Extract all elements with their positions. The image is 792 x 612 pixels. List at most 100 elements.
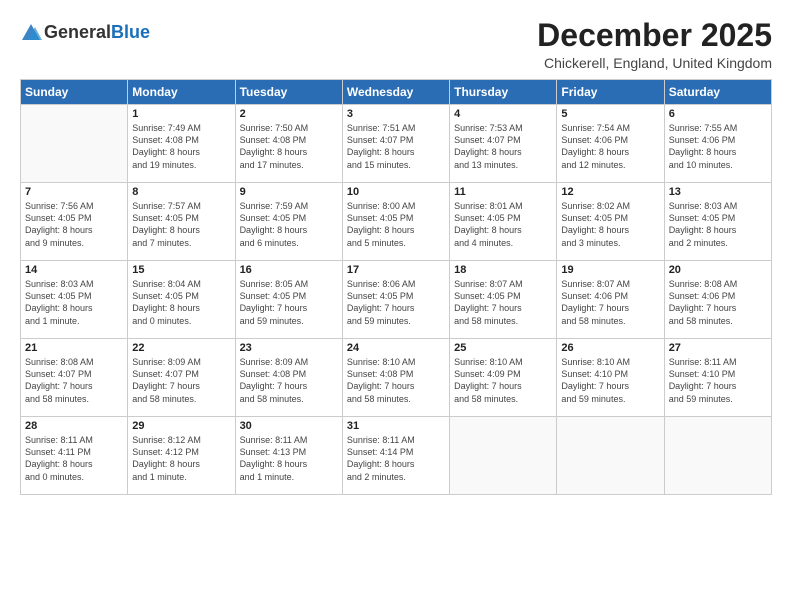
table-row: 8 Sunrise: 7:57 AMSunset: 4:05 PMDaylight…: [128, 183, 235, 261]
col-sunday: Sunday: [21, 80, 128, 105]
day-number: 19: [561, 264, 659, 276]
day-info: Sunrise: 7:51 AMSunset: 4:07 PMDaylight:…: [347, 122, 445, 171]
calendar-page: GeneralBlue December 2025 Chickerell, En…: [0, 0, 792, 612]
table-row: 27 Sunrise: 8:11 AMSunset: 4:10 PMDayligh…: [664, 339, 771, 417]
day-number: 8: [132, 186, 230, 198]
table-row: 11 Sunrise: 8:01 AMSunset: 4:05 PMDayligh…: [450, 183, 557, 261]
table-row: 22Sunrise: 8:09 AMSunset: 4:07 PMDayligh…: [128, 339, 235, 417]
table-row: 14 Sunrise: 8:03 AMSunset: 4:05 PMDayligh…: [21, 261, 128, 339]
table-row: 15 Sunrise: 8:04 AMSunset: 4:05 PMDayligh…: [128, 261, 235, 339]
calendar-week-row: 14 Sunrise: 8:03 AMSunset: 4:05 PMDayligh…: [21, 261, 772, 339]
logo-general-text: General: [44, 22, 111, 42]
table-row: 12 Sunrise: 8:02 AMSunset: 4:05 PMDayligh…: [557, 183, 664, 261]
col-wednesday: Wednesday: [342, 80, 449, 105]
day-number: 26: [561, 342, 659, 354]
day-info: Sunrise: 8:01 AMSunset: 4:05 PMDaylight:…: [454, 200, 552, 249]
table-row: 23 Sunrise: 8:09 AMSunset: 4:08 PMDayligh…: [235, 339, 342, 417]
table-row: [450, 417, 557, 495]
day-number: 25: [454, 342, 552, 354]
day-number: 29: [132, 420, 230, 432]
table-row: 18Sunrise: 8:07 AMSunset: 4:05 PMDayligh…: [450, 261, 557, 339]
table-row: 31 Sunrise: 8:11 AMSunset: 4:14 PMDayligh…: [342, 417, 449, 495]
table-row: 20Sunrise: 8:08 AMSunset: 4:06 PMDayligh…: [664, 261, 771, 339]
logo: GeneralBlue: [20, 22, 150, 44]
table-row: 26Sunrise: 8:10 AMSunset: 4:10 PMDayligh…: [557, 339, 664, 417]
calendar-header-row: Sunday Monday Tuesday Wednesday Thursday…: [21, 80, 772, 105]
day-info: Sunrise: 7:59 AMSunset: 4:05 PMDaylight:…: [240, 200, 338, 249]
day-info: Sunrise: 8:06 AMSunset: 4:05 PMDaylight:…: [347, 278, 445, 327]
day-info: Sunrise: 8:11 AMSunset: 4:11 PMDaylight:…: [25, 434, 123, 483]
day-info: Sunrise: 8:00 AMSunset: 4:05 PMDaylight:…: [347, 200, 445, 249]
day-number: 12: [561, 186, 659, 198]
day-info: Sunrise: 8:11 AMSunset: 4:13 PMDaylight:…: [240, 434, 338, 483]
table-row: 30 Sunrise: 8:11 AMSunset: 4:13 PMDayligh…: [235, 417, 342, 495]
day-info: Sunrise: 7:55 AMSunset: 4:06 PMDaylight:…: [669, 122, 767, 171]
day-number: 18: [454, 264, 552, 276]
day-number: 27: [669, 342, 767, 354]
logo-icon: [20, 22, 42, 44]
day-number: 24: [347, 342, 445, 354]
calendar-table: Sunday Monday Tuesday Wednesday Thursday…: [20, 79, 772, 495]
table-row: 9 Sunrise: 7:59 AMSunset: 4:05 PMDaylight…: [235, 183, 342, 261]
day-info: Sunrise: 8:03 AMSunset: 4:05 PMDaylight:…: [25, 278, 123, 327]
day-number: 14: [25, 264, 123, 276]
header: GeneralBlue December 2025 Chickerell, En…: [20, 18, 772, 71]
table-row: 10 Sunrise: 8:00 AMSunset: 4:05 PMDayligh…: [342, 183, 449, 261]
day-info: Sunrise: 8:08 AMSunset: 4:06 PMDaylight:…: [669, 278, 767, 327]
table-row: 1Sunrise: 7:49 AMSunset: 4:08 PMDaylight…: [128, 105, 235, 183]
day-info: Sunrise: 7:56 AMSunset: 4:05 PMDaylight:…: [25, 200, 123, 249]
day-info: Sunrise: 8:10 AMSunset: 4:09 PMDaylight:…: [454, 356, 552, 405]
logo-blue-text: Blue: [111, 22, 150, 42]
calendar-week-row: 7Sunrise: 7:56 AMSunset: 4:05 PMDaylight…: [21, 183, 772, 261]
table-row: 13Sunrise: 8:03 AMSunset: 4:05 PMDayligh…: [664, 183, 771, 261]
day-number: 23: [240, 342, 338, 354]
table-row: 7Sunrise: 7:56 AMSunset: 4:05 PMDaylight…: [21, 183, 128, 261]
day-number: 10: [347, 186, 445, 198]
day-info: Sunrise: 7:54 AMSunset: 4:06 PMDaylight:…: [561, 122, 659, 171]
day-number: 3: [347, 108, 445, 120]
day-info: Sunrise: 8:08 AMSunset: 4:07 PMDaylight:…: [25, 356, 123, 405]
day-info: Sunrise: 8:11 AMSunset: 4:10 PMDaylight:…: [669, 356, 767, 405]
day-number: 5: [561, 108, 659, 120]
col-friday: Friday: [557, 80, 664, 105]
table-row: 19 Sunrise: 8:07 AMSunset: 4:06 PMDayligh…: [557, 261, 664, 339]
day-number: 6: [669, 108, 767, 120]
table-row: 6 Sunrise: 7:55 AMSunset: 4:06 PMDaylight…: [664, 105, 771, 183]
day-number: 9: [240, 186, 338, 198]
col-saturday: Saturday: [664, 80, 771, 105]
table-row: 24Sunrise: 8:10 AMSunset: 4:08 PMDayligh…: [342, 339, 449, 417]
day-number: 21: [25, 342, 123, 354]
month-title: December 2025: [537, 18, 772, 53]
day-number: 30: [240, 420, 338, 432]
col-tuesday: Tuesday: [235, 80, 342, 105]
table-row: 2Sunrise: 7:50 AMSunset: 4:08 PMDaylight…: [235, 105, 342, 183]
day-info: Sunrise: 8:09 AMSunset: 4:08 PMDaylight:…: [240, 356, 338, 405]
table-row: [557, 417, 664, 495]
day-info: Sunrise: 8:03 AMSunset: 4:05 PMDaylight:…: [669, 200, 767, 249]
table-row: 16 Sunrise: 8:05 AMSunset: 4:05 PMDayligh…: [235, 261, 342, 339]
day-info: Sunrise: 8:02 AMSunset: 4:05 PMDaylight:…: [561, 200, 659, 249]
table-row: [21, 105, 128, 183]
col-thursday: Thursday: [450, 80, 557, 105]
day-info: Sunrise: 8:04 AMSunset: 4:05 PMDaylight:…: [132, 278, 230, 327]
day-number: 15: [132, 264, 230, 276]
table-row: 3 Sunrise: 7:51 AMSunset: 4:07 PMDaylight…: [342, 105, 449, 183]
day-number: 22: [132, 342, 230, 354]
day-info: Sunrise: 7:57 AMSunset: 4:05 PMDaylight:…: [132, 200, 230, 249]
table-row: 28 Sunrise: 8:11 AMSunset: 4:11 PMDayligh…: [21, 417, 128, 495]
day-info: Sunrise: 8:05 AMSunset: 4:05 PMDaylight:…: [240, 278, 338, 327]
calendar-week-row: 21 Sunrise: 8:08 AMSunset: 4:07 PMDayligh…: [21, 339, 772, 417]
day-info: Sunrise: 8:12 AMSunset: 4:12 PMDaylight:…: [132, 434, 230, 483]
day-number: 28: [25, 420, 123, 432]
location: Chickerell, England, United Kingdom: [537, 55, 772, 71]
day-info: Sunrise: 7:49 AMSunset: 4:08 PMDaylight:…: [132, 122, 230, 171]
day-number: 31: [347, 420, 445, 432]
calendar-week-row: 28 Sunrise: 8:11 AMSunset: 4:11 PMDayligh…: [21, 417, 772, 495]
day-info: Sunrise: 7:53 AMSunset: 4:07 PMDaylight:…: [454, 122, 552, 171]
title-block: December 2025 Chickerell, England, Unite…: [537, 18, 772, 71]
day-number: 16: [240, 264, 338, 276]
day-info: Sunrise: 8:11 AMSunset: 4:14 PMDaylight:…: [347, 434, 445, 483]
day-number: 11: [454, 186, 552, 198]
table-row: 17Sunrise: 8:06 AMSunset: 4:05 PMDayligh…: [342, 261, 449, 339]
day-info: Sunrise: 8:07 AMSunset: 4:06 PMDaylight:…: [561, 278, 659, 327]
